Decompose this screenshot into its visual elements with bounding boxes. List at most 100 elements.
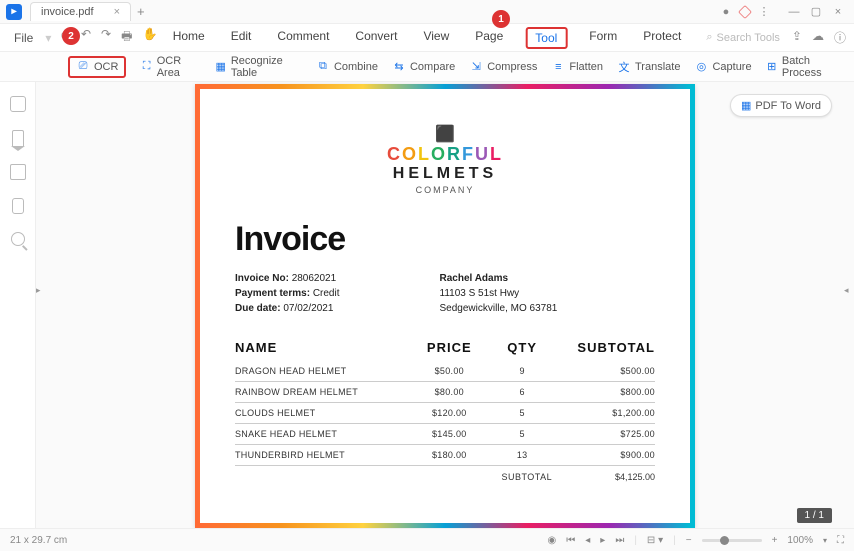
invoice-meta: Invoice No: 28062021 Payment terms: Cred… [235,271,655,316]
tool-toolbar: ⎚ OCR ⛶ OCR Area ▦ Recognize Table ⧉ Com… [0,52,854,82]
search-tools[interactable]: ⌕ Search Tools [706,31,780,44]
combine-icon: ⧉ [316,60,330,74]
pdf-to-word-button[interactable]: ▦ PDF To Word [730,94,832,117]
statusbar: 21 x 29.7 cm ◉ ⏮ ◂ ▸ ⏭ | ⊟ ▾ | − + 100% … [0,528,854,551]
zoom-out-button[interactable]: − [686,535,692,546]
invoice-table: NAME PRICE QTY SUBTOTAL DRAGON HEAD HELM… [235,340,655,482]
combine-button[interactable]: ⧉ Combine [316,60,378,74]
page-content: ⬛ COLORFUL HELMETS COMPANY Invoice Invoi… [195,84,695,517]
table-row: RAINBOW DREAM HELMET $80.00 6 $800.00 [235,382,655,403]
menubar-right-icons: ⇪ ☁ ⓘ [792,29,846,46]
menu-comment[interactable]: Comment [273,27,333,49]
batch-process-button[interactable]: ⊞ Batch Process [766,55,844,79]
page-nav-first-icon[interactable]: ⏮ [566,535,575,546]
window-more-icon[interactable]: ⋮ [756,4,772,20]
callout-badge-1: 1 [492,10,510,28]
translate-button[interactable]: 文 Translate [617,60,680,74]
page-indicator: 1 / 1 [797,508,832,523]
titlebar: ▸ invoice.pdf × + ● ⋮ — ▢ × [0,0,854,24]
page-nav-prev-icon[interactable]: ◂ [585,535,590,546]
flatten-icon: ≡ [551,60,565,74]
menu-tool[interactable]: Tool [525,27,567,49]
add-tab-button[interactable]: + [137,4,145,19]
page-nav-next-icon[interactable]: ▸ [600,535,605,546]
invoice-title: Invoice [235,220,655,259]
expand-right-handle[interactable]: ◂ [844,276,850,306]
table-row: DRAGON HEAD HELMET $50.00 9 $500.00 [235,361,655,382]
redo-icon[interactable]: ↷ [101,27,111,48]
meta-right: Rachel Adams 11103 S 51st Hwy Sedgewickv… [440,271,558,316]
zoom-value[interactable]: 100% [787,535,813,546]
search-icon: ⌕ [706,31,712,44]
undo-icon[interactable]: ↶ [81,27,91,48]
flatten-button[interactable]: ≡ Flatten [551,60,603,74]
compare-icon: ⇆ [392,60,406,74]
main-menu: Home Edit Comment Convert View Page Tool… [169,27,686,49]
zoom-in-button[interactable]: + [772,535,778,546]
menu-convert[interactable]: Convert [351,27,401,49]
file-menu-arrow: ▾ [39,31,57,45]
thumbnails-icon[interactable] [10,96,26,112]
help-icon[interactable]: ⓘ [834,29,846,46]
page-dimensions: 21 x 29.7 cm [10,535,67,546]
menu-home[interactable]: Home [169,27,209,49]
compare-button[interactable]: ⇆ Compare [392,60,455,74]
logo-line2: HELMETS [235,165,655,183]
compress-button[interactable]: ⇲ Compress [469,60,537,74]
document-viewport[interactable]: ⬛ COLORFUL HELMETS COMPANY Invoice Invoi… [36,82,854,528]
menu-edit[interactable]: Edit [227,27,256,49]
ocr-button[interactable]: ⎚ OCR [68,56,126,78]
cloud-icon[interactable]: ☁ [812,29,824,46]
recognize-table-button[interactable]: ▦ Recognize Table [215,55,302,79]
batch-icon: ⊞ [766,60,778,74]
hand-icon[interactable]: ✋ [142,27,157,48]
print-icon[interactable]: 🖶 [121,27,132,48]
menu-page[interactable]: Page [471,27,507,49]
file-menu[interactable]: File [8,31,39,45]
ocr-icon: ⎚ [76,60,90,74]
meta-left: Invoice No: 28062021 Payment terms: Cred… [235,271,340,316]
page-nav-last-icon[interactable]: ⏭ [615,535,624,546]
share-icon[interactable]: ⇪ [792,29,802,46]
window-dot-icon[interactable]: ● [718,4,734,20]
tab-label: invoice.pdf [41,6,94,18]
translate-icon: 文 [617,60,631,74]
maximize-button[interactable]: ▢ [808,4,824,20]
window-controls: ● ⋮ — ▢ × [718,4,854,20]
zoom-thumb[interactable] [720,536,729,545]
fit-width-icon[interactable]: ⊟ ▾ [647,535,663,546]
minimize-button[interactable]: — [786,4,802,20]
menu-view[interactable]: View [419,27,453,49]
menu-protect[interactable]: Protect [639,27,685,49]
close-window-button[interactable]: × [830,4,846,20]
left-sidebar [0,82,36,528]
zoom-slider[interactable] [702,539,762,542]
ocr-area-icon: ⛶ [140,60,152,74]
table-row: CLOUDS HELMET $120.00 5 $1,200.00 [235,403,655,424]
helmet-icon: ⬛ [235,124,655,144]
logo-line3: COMPANY [235,185,655,195]
table-header: NAME PRICE QTY SUBTOTAL [235,340,655,361]
bookmark-icon[interactable] [12,130,24,146]
window-diamond-icon[interactable] [738,4,752,18]
table-row: SNAKE HEAD HELMET $145.00 5 $725.00 [235,424,655,445]
table-subtotal: SUBTOTAL $4,125.00 [235,466,655,482]
callout-badge-2: 2 [62,27,80,45]
capture-button[interactable]: ◎ Capture [694,60,751,74]
menu-form[interactable]: Form [585,27,621,49]
word-icon: ▦ [741,99,751,112]
capture-icon: ◎ [694,60,708,74]
company-logo: ⬛ COLORFUL HELMETS COMPANY [235,124,655,195]
table-icon: ▦ [215,60,227,74]
close-tab-icon[interactable]: × [114,6,120,18]
search-panel-icon[interactable] [11,232,25,246]
ocr-area-button[interactable]: ⛶ OCR Area [140,55,200,79]
tab-invoice[interactable]: invoice.pdf × [30,2,131,21]
page-icon[interactable] [12,198,24,214]
fullscreen-icon[interactable]: ⛶ [837,535,844,546]
attachments-icon[interactable] [10,164,26,180]
document-page: ⬛ COLORFUL HELMETS COMPANY Invoice Invoi… [195,84,695,528]
compress-icon: ⇲ [469,60,483,74]
menubar: File ▾ ⎙ ↶ ↷ 🖶 ✋ Home Edit Comment Conve… [0,24,854,52]
view-mode-icon[interactable]: ◉ [548,535,557,546]
